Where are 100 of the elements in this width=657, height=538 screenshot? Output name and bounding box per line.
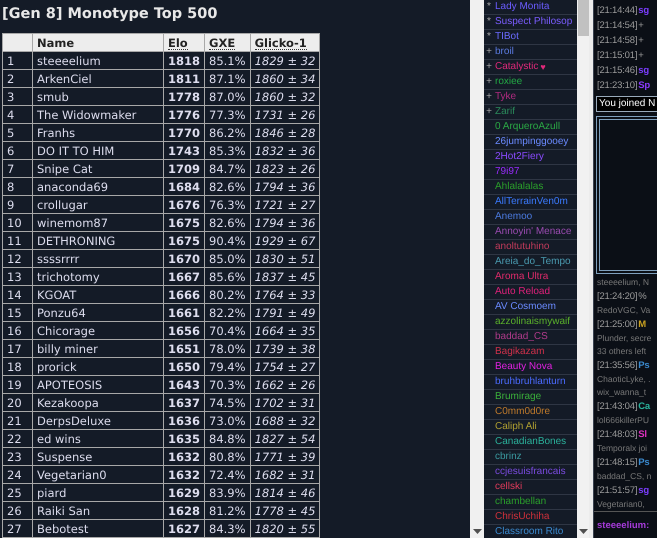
user-name[interactable]: TIBot bbox=[493, 30, 519, 44]
user-name[interactable]: 26jumpinggooey bbox=[493, 135, 568, 149]
chat-username[interactable]: sg bbox=[638, 485, 649, 496]
scroll-down-arrow-icon[interactable] bbox=[578, 529, 588, 534]
user-name[interactable]: Auto Reload bbox=[493, 285, 550, 299]
name-cell: trichotomy bbox=[32, 268, 164, 286]
elo-cell: 1636 bbox=[164, 412, 205, 430]
glicko-cell: 1830 ± 51 bbox=[250, 250, 320, 268]
elo-cell: 1637 bbox=[164, 394, 205, 412]
user-rank: + bbox=[485, 60, 493, 74]
sort-link[interactable]: GXE bbox=[209, 36, 236, 50]
rank-cell: 10 bbox=[2, 214, 32, 232]
chat-username[interactable]: Ps bbox=[638, 457, 650, 468]
elo-cell: 1743 bbox=[164, 142, 205, 160]
user-name[interactable]: Lady Monita bbox=[493, 0, 550, 14]
user-name[interactable]: 2Hot2Fiery bbox=[493, 150, 544, 164]
user-name[interactable]: cellski bbox=[493, 480, 522, 494]
scroll-down-arrow-icon[interactable] bbox=[472, 529, 482, 534]
user-name[interactable]: Annoyin' Menace bbox=[493, 225, 572, 239]
user-name[interactable]: C0mm0d0re bbox=[493, 405, 550, 419]
glicko-cell: 1739 ± 38 bbox=[250, 340, 320, 358]
user-name[interactable]: Ahlalalalas bbox=[493, 180, 544, 194]
user-name[interactable]: chambellan bbox=[493, 495, 546, 509]
sort-link[interactable]: Elo bbox=[168, 36, 188, 50]
user-name[interactable]: Zarif bbox=[493, 105, 515, 119]
user-name[interactable]: roxiee bbox=[493, 75, 522, 89]
sort-link[interactable]: Glicko-1 bbox=[254, 36, 307, 50]
rank-cell: 1 bbox=[2, 52, 32, 70]
user-name[interactable]: AV Cosmoem bbox=[493, 300, 556, 314]
gxe-cell: 84.7% bbox=[204, 160, 250, 178]
name-cell: ed wins bbox=[32, 430, 164, 448]
user-name[interactable]: bruhbruhlanturn bbox=[493, 375, 566, 389]
rank-cell: 11 bbox=[2, 232, 32, 250]
elo-cell: 1628 bbox=[164, 502, 205, 520]
glicko-cell: 1794 ± 36 bbox=[250, 178, 320, 196]
user-name[interactable]: anoltutuhino bbox=[493, 240, 550, 254]
joined-notice: You joined N bbox=[596, 96, 657, 112]
gxe-cell: 86.2% bbox=[204, 124, 250, 142]
user-name[interactable]: Brumirage bbox=[493, 390, 542, 404]
user-name[interactable]: baddad_CS bbox=[493, 330, 548, 344]
gxe-cell: 85.6% bbox=[204, 268, 250, 286]
user-name[interactable]: Suspect Philosop bbox=[493, 15, 572, 29]
rank-cell: 18 bbox=[2, 358, 32, 376]
elo-cell: 1709 bbox=[164, 160, 205, 178]
user-name[interactable]: CanadianBones bbox=[493, 435, 566, 449]
glicko-cell: 1764 ± 33 bbox=[250, 286, 320, 304]
chat-username[interactable]: sg bbox=[638, 65, 649, 76]
rank-cell: 24 bbox=[2, 466, 32, 484]
user-name[interactable]: Catalystic bbox=[493, 60, 538, 74]
rank-cell: 13 bbox=[2, 268, 32, 286]
glicko-cell: 1688 ± 32 bbox=[250, 412, 320, 430]
user-name[interactable]: Anemoo bbox=[493, 210, 532, 224]
glicko-cell: 1682 ± 31 bbox=[250, 466, 320, 484]
scrollbar-thumb[interactable] bbox=[578, 0, 588, 36]
chat-username[interactable]: Ps bbox=[638, 360, 650, 371]
timestamp: [21:43:04] bbox=[597, 401, 638, 412]
elo-cell: 1627 bbox=[164, 520, 205, 538]
glicko-cell: 1794 ± 36 bbox=[250, 214, 320, 232]
gxe-cell: 82.6% bbox=[204, 178, 250, 196]
elo-cell: 1635 bbox=[164, 430, 205, 448]
chat-username[interactable]: Sp bbox=[638, 80, 650, 91]
chat-username[interactable]: Sl bbox=[638, 429, 647, 440]
chat-username[interactable]: M bbox=[638, 319, 646, 330]
name-cell: smub bbox=[32, 88, 164, 106]
user-name[interactable]: Beauty Nova bbox=[493, 360, 552, 374]
user-name[interactable]: ccjesuisfrancais bbox=[493, 465, 566, 479]
user-name[interactable]: Tyke bbox=[493, 90, 516, 104]
user-name[interactable]: Aroma Ultra bbox=[493, 270, 548, 284]
user-name[interactable]: azzolinaismywaif bbox=[493, 315, 570, 329]
user-name[interactable]: 79i97 bbox=[493, 165, 520, 179]
user-name[interactable]: Classroom Rito bbox=[493, 525, 564, 538]
ladder-title: [Gen 8] Monotype Top 500 bbox=[2, 5, 218, 23]
chat-input[interactable]: steeeelium: bbox=[594, 511, 657, 538]
user-name[interactable]: Bagikazam bbox=[493, 345, 544, 359]
timestamp: [21:15:46] bbox=[597, 65, 638, 76]
gxe-cell: 85.3% bbox=[204, 142, 250, 160]
elo-cell: 1670 bbox=[164, 250, 205, 268]
name-cell: Raiki San bbox=[32, 502, 164, 520]
timestamp: [21:24:20] bbox=[597, 291, 638, 302]
glicko-cell: 1846 ± 28 bbox=[250, 124, 320, 142]
user-name[interactable]: broil bbox=[493, 45, 514, 59]
name-cell: Vegetarian0 bbox=[32, 466, 164, 484]
chat-username[interactable]: sg bbox=[638, 5, 649, 16]
name-cell: Snipe Cat bbox=[32, 160, 164, 178]
elo-cell: 1675 bbox=[164, 214, 205, 232]
system-notice: RedoVGC, Va bbox=[597, 304, 652, 317]
gxe-cell: 84.3% bbox=[204, 520, 250, 538]
user-name[interactable]: Areia_do_Tempo bbox=[493, 255, 571, 269]
chat-username[interactable]: Ca bbox=[638, 401, 650, 412]
name-cell: APOTEOSIS bbox=[32, 376, 164, 394]
user-name[interactable]: ChrisUchiha bbox=[493, 510, 550, 524]
user-name[interactable]: Caliph Ali bbox=[493, 420, 537, 434]
user-name[interactable]: AllTerrainVen0m bbox=[493, 195, 568, 209]
user-rank: + bbox=[638, 50, 644, 61]
user-name[interactable]: 0 ArqueroAzull bbox=[493, 120, 560, 134]
glicko-cell: 1827 ± 54 bbox=[250, 430, 320, 448]
gxe-cell: 80.8% bbox=[204, 448, 250, 466]
gxe-cell: 82.2% bbox=[204, 304, 250, 322]
timestamp: [21:48:15] bbox=[597, 457, 638, 468]
user-name[interactable]: cbrinz bbox=[493, 450, 522, 464]
